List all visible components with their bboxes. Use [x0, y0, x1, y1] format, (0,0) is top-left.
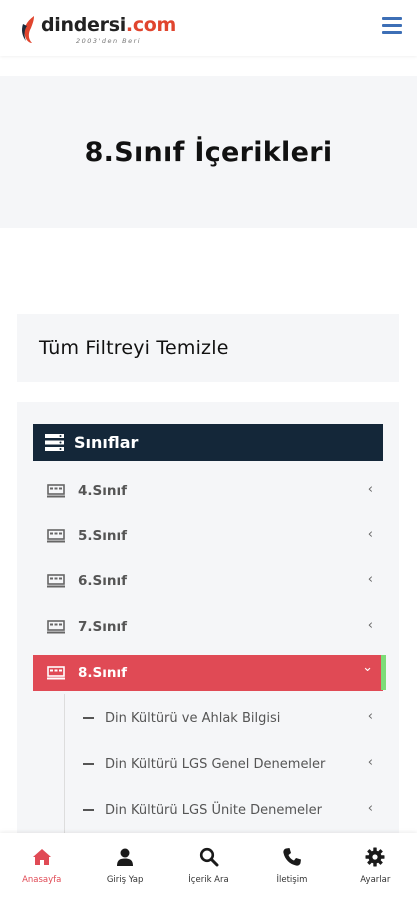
- site-logo[interactable]: dindersi.com 2003'den Beri: [20, 14, 176, 48]
- chevron-left-icon: ‹: [367, 572, 373, 587]
- category-header-label: Sınıflar: [74, 433, 139, 452]
- class-item-8-active[interactable]: 8.Sınıf ⌄: [33, 655, 383, 691]
- class-item-label: 5.Sınıf: [78, 528, 127, 544]
- flame-logo-icon: [22, 16, 34, 43]
- subject-item-label: Din Kültürü LGS Ünite Denemeler: [105, 802, 322, 818]
- chevron-left-icon: ‹: [367, 709, 373, 724]
- logo-main-text: dindersi: [41, 14, 126, 36]
- subject-item-lgs-unite[interactable]: Din Kültürü LGS Ünite Denemeler ‹: [65, 792, 383, 828]
- chevron-left-icon: ‹: [367, 527, 373, 542]
- logo-domain-text: .com: [125, 14, 177, 36]
- nav-search[interactable]: İçerik Ara: [167, 833, 250, 900]
- nav-contact-label: İletişim: [276, 875, 308, 885]
- category-panel: Sınıflar 4.Sınıf ‹ 5.Sınıf ‹ 6.Sınıf ‹ 7…: [17, 402, 399, 900]
- hero-banner: 8.Sınıf İçerikleri: [0, 76, 417, 228]
- nav-settings-label: Ayarlar: [360, 875, 391, 885]
- clear-filters-button[interactable]: Tüm Filtreyi Temizle: [17, 314, 399, 382]
- dash-icon: [83, 809, 94, 811]
- classroom-icon: [47, 666, 65, 680]
- classroom-icon: [47, 529, 65, 543]
- bottom-navigation: Anasayfa Giriş Yap İçerik Ara İletişim A…: [0, 833, 417, 900]
- subject-item-label: Din Kültürü ve Ahlak Bilgisi: [105, 710, 281, 726]
- nav-contact[interactable]: İletişim: [250, 833, 333, 900]
- class-item-label: 4.Sınıf: [78, 483, 127, 499]
- phone-icon: [283, 848, 301, 866]
- classroom-icon: [47, 574, 65, 588]
- page-title: 8.Sınıf İçerikleri: [84, 136, 333, 168]
- class-item-7[interactable]: 7.Sınıf ‹: [33, 609, 383, 645]
- chevron-left-icon: ‹: [367, 482, 373, 497]
- dash-icon: [83, 717, 94, 719]
- nav-home-label: Anasayfa: [22, 875, 62, 885]
- nav-search-label: İçerik Ara: [188, 875, 229, 885]
- nav-login-label: Giriş Yap: [106, 875, 144, 885]
- class-item-label: 8.Sınıf: [78, 665, 127, 681]
- class-item-label: 6.Sınıf: [78, 573, 127, 589]
- top-header: dindersi.com 2003'den Beri: [0, 0, 417, 56]
- logo-text-wrap: dindersi.com 2003'den Beri: [41, 14, 176, 45]
- class-item-label: 7.Sınıf: [78, 619, 127, 635]
- chevron-left-icon: ‹: [367, 755, 373, 770]
- classroom-icon: [47, 620, 65, 634]
- user-icon: [117, 848, 134, 866]
- nav-settings[interactable]: Ayarlar: [334, 833, 417, 900]
- chevron-left-icon: ‹: [367, 801, 373, 816]
- gear-icon: [365, 847, 385, 867]
- clear-filters-label: Tüm Filtreyi Temizle: [39, 337, 229, 359]
- subject-item-din-kulturu[interactable]: Din Kültürü ve Ahlak Bilgisi ‹: [65, 700, 383, 736]
- subject-item-label: Din Kültürü LGS Genel Denemeler: [105, 756, 326, 772]
- logo-text: dindersi.com: [41, 14, 176, 36]
- hamburger-menu-icon[interactable]: [382, 17, 402, 35]
- subject-item-lgs-genel[interactable]: Din Kültürü LGS Genel Denemeler ‹: [65, 746, 383, 782]
- class-item-5[interactable]: 5.Sınıf ‹: [33, 518, 383, 554]
- page: dindersi.com 2003'den Beri 8.Sınıf İçeri…: [0, 0, 417, 900]
- home-icon: [32, 849, 51, 865]
- search-icon: [199, 847, 219, 867]
- nav-login[interactable]: Giriş Yap: [83, 833, 166, 900]
- category-header: Sınıflar: [33, 424, 383, 461]
- logo-slogan: 2003'den Beri: [75, 37, 142, 45]
- class-item-4[interactable]: 4.Sınıf ‹: [33, 473, 383, 509]
- class-item-6[interactable]: 6.Sınıf ‹: [33, 563, 383, 599]
- server-list-icon: [45, 434, 64, 451]
- chevron-down-icon: ⌄: [362, 660, 373, 675]
- dash-icon: [83, 763, 94, 765]
- active-indicator-bar: [381, 655, 386, 690]
- chevron-left-icon: ‹: [367, 618, 373, 633]
- classroom-icon: [47, 484, 65, 498]
- nav-home[interactable]: Anasayfa: [0, 833, 83, 900]
